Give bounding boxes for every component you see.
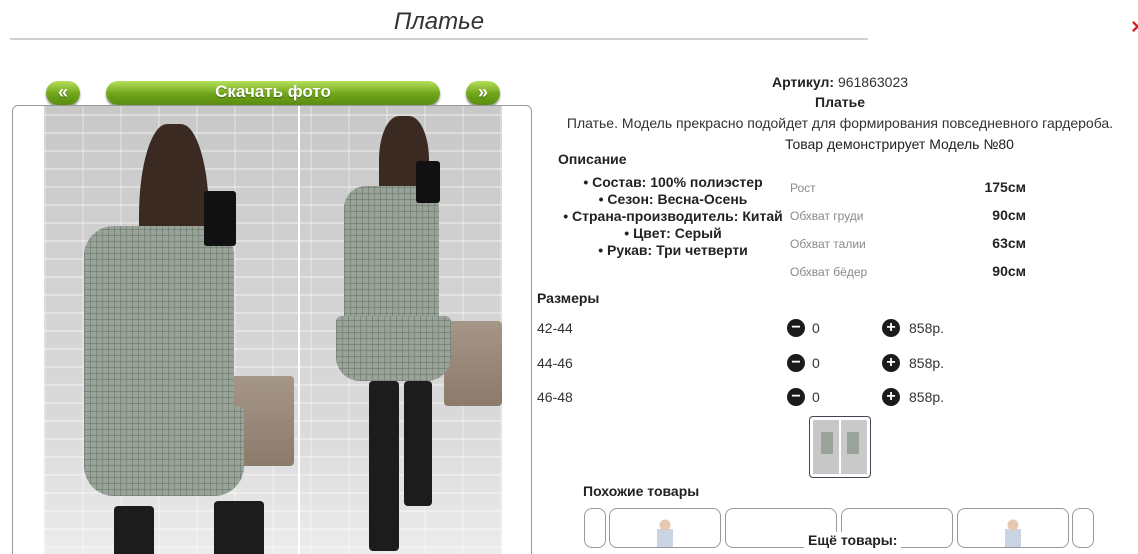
figure-right-boot-1 (369, 381, 399, 551)
figure-left-phone (204, 191, 236, 246)
size-row: 42-44 − 0 + 858р. (537, 319, 957, 340)
description-heading: Описание (558, 151, 627, 167)
article-label: Артикул: (771, 74, 835, 90)
figure-left-boot-1 (114, 506, 154, 554)
model-params: Рост 175см Обхват груди 90см Обхват тали… (790, 178, 1040, 290)
figure-left-dress (84, 226, 234, 416)
size-label: 46-48 (537, 389, 573, 405)
similar-item-image (657, 519, 673, 547)
sizes-heading: Размеры (537, 290, 600, 306)
photo-thumbnail-image (813, 420, 867, 474)
more-products-label[interactable]: Ещё товары: (804, 532, 902, 548)
figure-right-skirt (336, 316, 451, 381)
size-qty: 0 (812, 389, 820, 405)
size-label: 44-46 (537, 355, 573, 371)
param-label: Рост (790, 181, 816, 195)
similar-prev-button[interactable] (584, 508, 606, 548)
prev-photo-button[interactable]: « (46, 81, 80, 105)
close-icon[interactable]: × (1131, 14, 1138, 40)
size-price: 858р. (909, 389, 945, 405)
param-row: Обхват груди 90см (790, 206, 1040, 234)
figure-right-boot-2 (404, 381, 432, 506)
minus-icon[interactable]: − (787, 388, 805, 406)
model-note: Товар демонстрирует Модель №80 (785, 136, 1014, 152)
description-item: Страна-производитель: Китай (548, 208, 798, 225)
size-label: 42-44 (537, 320, 573, 336)
similar-item-image (1005, 519, 1021, 547)
stool-right (444, 321, 502, 406)
description-item: Цвет: Серый (548, 225, 798, 242)
size-qty: 0 (812, 320, 820, 336)
param-label: Обхват груди (790, 209, 864, 223)
photo-thumbnail[interactable] (809, 416, 871, 478)
param-value: 63см (992, 235, 1026, 251)
next-photo-button[interactable]: » (466, 81, 500, 105)
minus-icon[interactable]: − (787, 319, 805, 337)
product-description: Платье. Модель прекрасно подойдет для фо… (566, 115, 1114, 131)
size-price: 858р. (909, 320, 945, 336)
param-value: 175см (984, 179, 1026, 195)
figure-right-phone (416, 161, 440, 203)
param-row: Обхват бёдер 90см (790, 262, 1040, 290)
param-value: 90см (992, 263, 1026, 279)
param-label: Обхват талии (790, 237, 866, 251)
param-row: Рост 175см (790, 178, 1040, 206)
page-title: Платье (10, 8, 868, 40)
size-row: 46-48 − 0 + 858р. (537, 388, 957, 409)
size-qty: 0 (812, 355, 820, 371)
description-list: Состав: 100% полиэстер Сезон: Весна-Осен… (548, 174, 798, 259)
plus-icon[interactable]: + (882, 354, 900, 372)
figure-left-boot-2 (214, 501, 264, 554)
minus-icon[interactable]: − (787, 354, 805, 372)
description-item: Рукав: Три четверти (548, 242, 798, 259)
description-item: Состав: 100% полиэстер (548, 174, 798, 191)
figure-left-skirt (84, 406, 244, 496)
product-photo (44, 106, 502, 554)
param-label: Обхват бёдер (790, 265, 868, 279)
param-value: 90см (992, 207, 1026, 223)
download-photo-button[interactable]: Скачать фото (106, 81, 440, 105)
plus-icon[interactable]: + (882, 319, 900, 337)
similar-heading: Похожие товары (583, 483, 700, 499)
description-item: Сезон: Весна-Осень (548, 191, 798, 208)
article-line: Артикул: 961863023 (545, 74, 1135, 90)
similar-item[interactable] (609, 508, 721, 548)
param-row: Обхват талии 63см (790, 234, 1040, 262)
size-row: 44-46 − 0 + 858р. (537, 354, 957, 375)
product-name: Платье (815, 94, 865, 110)
photo-divider (298, 106, 300, 554)
plus-icon[interactable]: + (882, 388, 900, 406)
figure-right-dress (344, 186, 439, 326)
size-price: 858р. (909, 355, 945, 371)
article-number: 961863023 (837, 74, 909, 90)
product-photo-frame (12, 105, 532, 554)
similar-next-button[interactable] (1072, 508, 1094, 548)
similar-item[interactable] (957, 508, 1069, 548)
